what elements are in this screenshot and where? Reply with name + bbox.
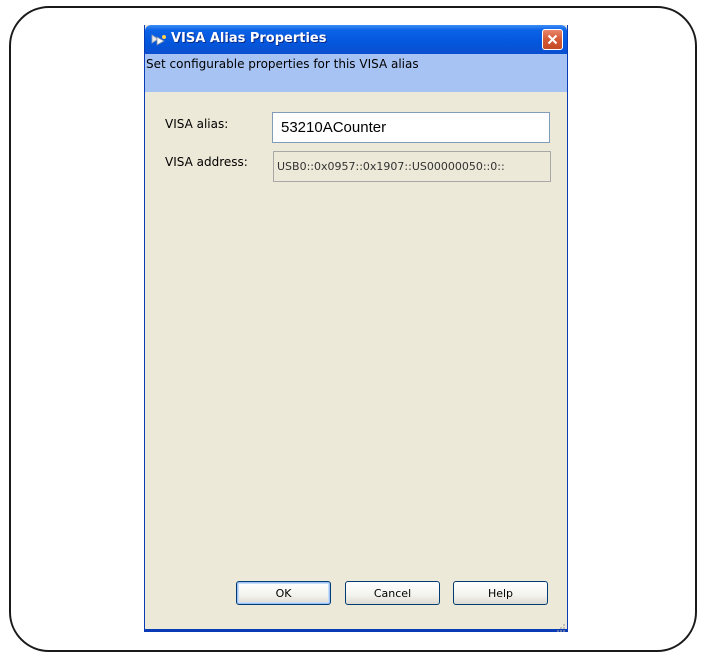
- title-bar[interactable]: VISA Alias Properties: [145, 25, 567, 54]
- dialog-title: VISA Alias Properties: [171, 31, 327, 46]
- close-icon: [547, 30, 558, 49]
- visa-app-icon: [151, 32, 167, 46]
- ok-button[interactable]: OK: [236, 581, 331, 605]
- visa-address-field: USB0::0x0957::0x1907::US00000050::0::: [273, 151, 551, 182]
- visa-alias-properties-dialog: VISA Alias Properties Set configurable p…: [144, 25, 568, 632]
- visa-alias-input[interactable]: 53210ACounter: [272, 112, 550, 143]
- help-button[interactable]: Help: [453, 581, 548, 605]
- description-banner: Set configurable properties for this VIS…: [145, 54, 567, 92]
- visa-alias-label: VISA alias:: [165, 117, 229, 131]
- banner-text: Set configurable properties for this VIS…: [146, 57, 419, 71]
- visa-address-label: VISA address:: [165, 155, 248, 169]
- cancel-button[interactable]: Cancel: [345, 581, 440, 605]
- resize-grip-icon[interactable]: [556, 618, 566, 632]
- close-button[interactable]: [542, 29, 563, 50]
